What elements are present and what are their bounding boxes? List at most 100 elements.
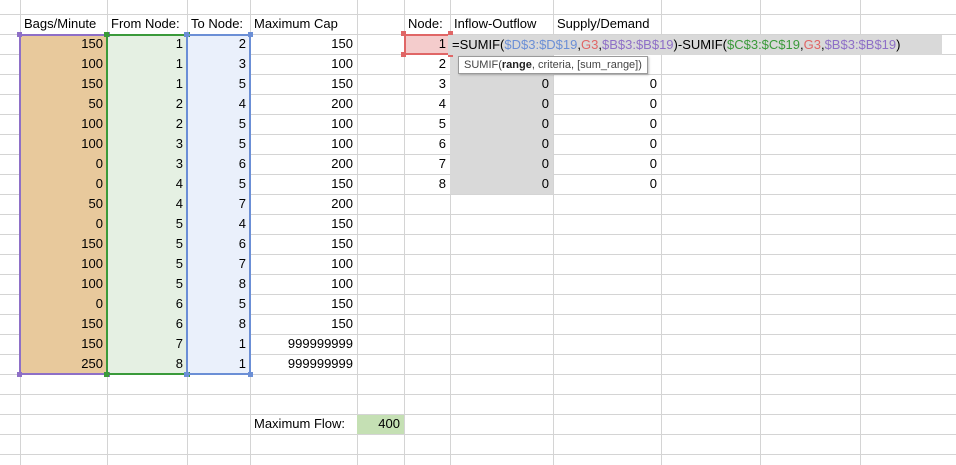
header-bags[interactable]: Bags/Minute <box>20 14 107 34</box>
from-node-cell[interactable]: 5 <box>107 234 187 254</box>
from-node-cell[interactable]: 1 <box>107 34 187 54</box>
selection-corner-handle[interactable] <box>401 31 406 36</box>
flow-cell[interactable]: 0 <box>450 114 553 134</box>
max-cap-cell[interactable]: 200 <box>250 154 357 174</box>
header-node[interactable]: Node: <box>404 14 450 34</box>
supply-cell[interactable]: 0 <box>553 154 661 174</box>
to-node-cell[interactable]: 5 <box>187 114 250 134</box>
from-node-cell[interactable]: 5 <box>107 254 187 274</box>
flow-cell[interactable]: 0 <box>450 94 553 114</box>
max-cap-cell[interactable]: 150 <box>250 174 357 194</box>
supply-cell[interactable]: 0 <box>553 174 661 194</box>
max-flow-value[interactable]: 400 <box>357 414 404 434</box>
bags-cell[interactable]: 250 <box>20 354 107 374</box>
header-flow[interactable]: Inflow-Outflow <box>450 14 553 34</box>
tooltip-current-argument[interactable]: range <box>502 59 532 71</box>
max-cap-cell[interactable]: 150 <box>250 214 357 234</box>
bags-cell[interactable]: 150 <box>20 334 107 354</box>
to-node-cell[interactable]: 6 <box>187 234 250 254</box>
bags-cell[interactable]: 150 <box>20 74 107 94</box>
to-node-cell[interactable]: 5 <box>187 74 250 94</box>
range-corner-handle[interactable] <box>248 372 253 377</box>
max-cap-cell[interactable]: 150 <box>250 234 357 254</box>
bags-cell[interactable]: 0 <box>20 214 107 234</box>
supply-cell[interactable]: 0 <box>553 94 661 114</box>
range-corner-handle[interactable] <box>17 32 22 37</box>
bags-cell[interactable]: 100 <box>20 54 107 74</box>
to-node-cell[interactable]: 2 <box>187 34 250 54</box>
node-cell[interactable]: 8 <box>404 174 450 194</box>
bags-cell[interactable]: 50 <box>20 94 107 114</box>
to-node-cell[interactable]: 4 <box>187 214 250 234</box>
max-cap-cell[interactable]: 100 <box>250 114 357 134</box>
supply-cell[interactable]: 0 <box>553 134 661 154</box>
flow-cell[interactable]: 0 <box>450 134 553 154</box>
bags-cell[interactable]: 0 <box>20 174 107 194</box>
bags-cell[interactable]: 100 <box>20 114 107 134</box>
max-cap-cell[interactable]: 100 <box>250 254 357 274</box>
flow-cell[interactable]: 0 <box>450 174 553 194</box>
tooltip-function-name[interactable]: SUMIF( <box>464 59 502 71</box>
header-supply[interactable]: Supply/Demand <box>553 14 661 34</box>
max-cap-cell[interactable]: 200 <box>250 194 357 214</box>
bags-cell[interactable]: 100 <box>20 274 107 294</box>
max-cap-cell[interactable]: 100 <box>250 134 357 154</box>
to-node-cell[interactable]: 3 <box>187 54 250 74</box>
from-node-cell[interactable]: 1 <box>107 54 187 74</box>
to-node-cell[interactable]: 4 <box>187 94 250 114</box>
from-node-cell[interactable]: 7 <box>107 334 187 354</box>
from-node-cell[interactable]: 3 <box>107 134 187 154</box>
max-cap-cell[interactable]: 150 <box>250 34 357 54</box>
supply-cell[interactable]: 0 <box>553 74 661 94</box>
bags-cell[interactable]: 0 <box>20 294 107 314</box>
range-corner-handle[interactable] <box>17 372 22 377</box>
from-node-cell[interactable]: 6 <box>107 294 187 314</box>
to-node-cell[interactable]: 5 <box>187 134 250 154</box>
from-node-cell[interactable]: 2 <box>107 114 187 134</box>
max-cap-cell[interactable]: 100 <box>250 54 357 74</box>
range-corner-handle[interactable] <box>104 32 109 37</box>
spreadsheet-grid[interactable]: Bags/Minute From Node: To Node: Maximum Cap… <box>0 0 956 465</box>
header-to[interactable]: To Node: <box>187 14 250 34</box>
node-cell[interactable]: 5 <box>404 114 450 134</box>
flow-cell[interactable]: 0 <box>450 74 553 94</box>
max-cap-cell[interactable]: 100 <box>250 274 357 294</box>
from-node-cell[interactable]: 4 <box>107 174 187 194</box>
flow-cell[interactable]: 0 <box>450 154 553 174</box>
node-cell[interactable]: 7 <box>404 154 450 174</box>
selection-corner-handle[interactable] <box>401 52 406 57</box>
from-node-cell[interactable]: 8 <box>107 354 187 374</box>
bags-cell[interactable]: 50 <box>20 194 107 214</box>
from-node-cell[interactable]: 2 <box>107 94 187 114</box>
supply-cell[interactable]: 0 <box>553 114 661 134</box>
header-cap[interactable]: Maximum Cap <box>250 14 357 34</box>
to-node-cell[interactable]: 7 <box>187 254 250 274</box>
bags-cell[interactable]: 150 <box>20 34 107 54</box>
bags-cell[interactable]: 100 <box>20 134 107 154</box>
bags-cell[interactable]: 100 <box>20 254 107 274</box>
to-node-cell[interactable]: 8 <box>187 314 250 334</box>
max-cap-cell[interactable]: 150 <box>250 294 357 314</box>
node-cell-selected[interactable]: 1 <box>404 34 450 54</box>
to-node-cell[interactable]: 5 <box>187 294 250 314</box>
bags-cell[interactable]: 0 <box>20 154 107 174</box>
from-node-cell[interactable]: 4 <box>107 194 187 214</box>
from-node-cell[interactable]: 5 <box>107 214 187 234</box>
formula-edit-box[interactable]: =SUMIF($D$3:$D$19,G3,$B$3:$B$19)-SUMIF($… <box>448 35 942 55</box>
node-cell[interactable]: 4 <box>404 94 450 114</box>
bags-cell[interactable]: 150 <box>20 314 107 334</box>
from-node-cell[interactable]: 1 <box>107 74 187 94</box>
max-cap-cell[interactable]: 150 <box>250 314 357 334</box>
to-node-cell[interactable]: 6 <box>187 154 250 174</box>
node-cell[interactable]: 2 <box>404 54 450 74</box>
to-node-cell[interactable]: 7 <box>187 194 250 214</box>
header-from[interactable]: From Node: <box>107 14 187 34</box>
max-cap-cell[interactable]: 150 <box>250 74 357 94</box>
range-corner-handle[interactable] <box>184 32 189 37</box>
from-node-cell[interactable]: 5 <box>107 274 187 294</box>
to-node-cell[interactable]: 1 <box>187 354 250 374</box>
from-node-cell[interactable]: 6 <box>107 314 187 334</box>
max-cap-cell[interactable]: 200 <box>250 94 357 114</box>
max-cap-cell[interactable]: 999999999 <box>250 334 357 354</box>
to-node-cell[interactable]: 5 <box>187 174 250 194</box>
